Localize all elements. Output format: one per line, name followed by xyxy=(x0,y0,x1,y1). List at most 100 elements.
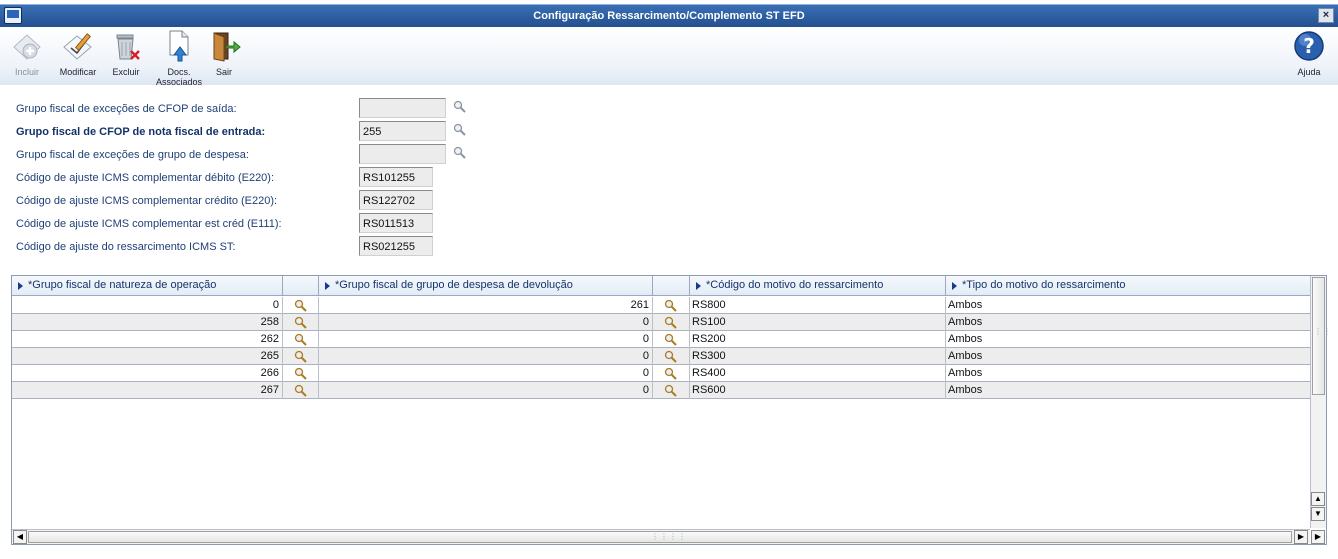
modificar-label: Modificar xyxy=(59,67,97,77)
codigo-cell[interactable]: RS200 xyxy=(690,331,946,348)
field-label: Código de ajuste do ressarcimento ICMS S… xyxy=(16,241,236,253)
search-icon[interactable] xyxy=(653,331,690,348)
vertical-scroll-thumb[interactable]: ⋮⋮ xyxy=(1312,277,1331,395)
docs-label-line1: Docs. xyxy=(167,67,191,77)
help-icon: ? xyxy=(1292,29,1326,63)
sair-button[interactable]: Sair xyxy=(208,29,241,77)
sair-label: Sair xyxy=(215,67,232,77)
column-header-natureza[interactable]: *Grupo fiscal de natureza de operação xyxy=(12,276,283,296)
horizontal-scroll-thumb[interactable]: ⋮⋮⋮⋮ xyxy=(28,531,1292,543)
column-header-label: *Grupo fiscal de natureza de operação xyxy=(28,279,217,291)
table-row[interactable]: 258 0 RS100 Ambos xyxy=(12,314,1310,331)
codigo-cell[interactable]: RS300 xyxy=(690,348,946,365)
excluir-button[interactable]: Excluir xyxy=(108,29,144,77)
field-row-e111: Código de ajuste ICMS complementar est c… xyxy=(0,213,1338,233)
search-icon[interactable] xyxy=(283,314,319,331)
field-label: Código de ajuste ICMS complementar crédi… xyxy=(16,195,278,207)
trash-icon xyxy=(109,29,143,63)
search-icon[interactable] xyxy=(283,331,319,348)
tipo-cell[interactable]: Ambos xyxy=(946,348,1310,365)
natureza-cell[interactable]: 0 xyxy=(12,297,283,314)
despesa-cell[interactable]: 261 xyxy=(319,297,653,314)
field-row-cfop-saida: Grupo fiscal de exceções de CFOP de saíd… xyxy=(0,98,1338,118)
codigo-cell[interactable]: RS800 xyxy=(690,297,946,314)
tipo-cell[interactable]: Ambos xyxy=(946,331,1310,348)
search-icon[interactable] xyxy=(283,348,319,365)
search-icon[interactable] xyxy=(653,297,690,314)
scroll-left-button[interactable]: ◀ xyxy=(13,530,27,544)
field-row-e220-credito: Código de ajuste ICMS complementar crédi… xyxy=(0,190,1338,210)
toolbar: Incluir Modificar Excluir Docs. Associad… xyxy=(0,27,1338,87)
search-icon[interactable] xyxy=(653,314,690,331)
column-header-codigo[interactable]: *Código do motivo do ressarcimento xyxy=(690,276,946,296)
field-label: Código de ajuste ICMS complementar débit… xyxy=(16,172,275,184)
despesa-cell[interactable]: 0 xyxy=(319,382,653,399)
despesa-cell[interactable]: 0 xyxy=(319,331,653,348)
column-header-label: *Tipo do motivo do ressarcimento xyxy=(962,279,1126,291)
column-header-tipo[interactable]: *Tipo do motivo do ressarcimento xyxy=(946,276,1310,296)
vertical-scrollbar[interactable]: ⋮⋮ ▲ ▼ xyxy=(1310,276,1331,528)
associated-docs-icon xyxy=(162,29,196,63)
e220-credito-input[interactable]: RS122702 xyxy=(359,190,433,210)
svg-text:?: ? xyxy=(1303,34,1315,58)
docs-associados-label: Docs. Associados xyxy=(153,67,205,87)
modificar-button[interactable]: Modificar xyxy=(54,29,102,77)
field-row-e220-debito: Código de ajuste ICMS complementar débit… xyxy=(0,167,1338,187)
tipo-cell[interactable]: Ambos xyxy=(946,314,1310,331)
search-icon[interactable] xyxy=(283,365,319,382)
natureza-cell[interactable]: 262 xyxy=(12,331,283,348)
add-document-icon xyxy=(10,29,44,63)
natureza-cell[interactable]: 266 xyxy=(12,365,283,382)
excluir-label: Excluir xyxy=(112,67,140,77)
table-row[interactable]: 266 0 RS400 Ambos xyxy=(12,365,1310,382)
search-icon[interactable] xyxy=(453,100,467,117)
codigo-cell[interactable]: RS600 xyxy=(690,382,946,399)
incluir-button[interactable]: Incluir xyxy=(7,29,47,77)
grupo-despesa-input[interactable] xyxy=(359,144,446,164)
scroll-up-button[interactable]: ▲ xyxy=(1311,492,1325,506)
scroll-right-button[interactable]: ▶ xyxy=(1311,530,1325,544)
scroll-down-button[interactable]: ▼ xyxy=(1311,507,1325,521)
docs-associados-button[interactable]: Docs. Associados xyxy=(153,29,205,87)
natureza-cell[interactable]: 258 xyxy=(12,314,283,331)
horizontal-scrollbar[interactable]: ◀ ⋮⋮⋮⋮ ▶ xyxy=(12,529,1310,544)
search-icon[interactable] xyxy=(653,382,690,399)
sort-arrow-icon xyxy=(325,282,330,290)
natureza-cell[interactable]: 265 xyxy=(12,348,283,365)
ressarcimento-input[interactable]: RS021255 xyxy=(359,236,433,256)
codigo-cell[interactable]: RS100 xyxy=(690,314,946,331)
despesa-cell[interactable]: 0 xyxy=(319,348,653,365)
despesa-cell[interactable]: 0 xyxy=(319,365,653,382)
tipo-cell[interactable]: Ambos xyxy=(946,365,1310,382)
codigo-cell[interactable]: RS400 xyxy=(690,365,946,382)
search-icon[interactable] xyxy=(653,365,690,382)
window-title: Configuração Ressarcimento/Complemento S… xyxy=(533,10,805,22)
table-row[interactable]: 267 0 RS600 Ambos xyxy=(12,382,1310,399)
tipo-cell[interactable]: Ambos xyxy=(946,382,1310,399)
despesa-cell[interactable]: 0 xyxy=(319,314,653,331)
search-icon[interactable] xyxy=(283,297,319,314)
cfop-saida-input[interactable] xyxy=(359,98,446,118)
table-row[interactable]: 0 261 RS800 Ambos xyxy=(12,297,1310,314)
column-header-label: *Código do motivo do ressarcimento xyxy=(706,279,884,291)
column-header-despesa[interactable]: *Grupo fiscal de grupo de despesa de dev… xyxy=(319,276,653,296)
column-header-label: *Grupo fiscal de grupo de despesa de dev… xyxy=(335,279,573,291)
e111-input[interactable]: RS011513 xyxy=(359,213,433,233)
field-label: Código de ajuste ICMS complementar est c… xyxy=(16,218,282,230)
close-button[interactable]: × xyxy=(1318,8,1334,23)
e220-debito-input[interactable]: RS101255 xyxy=(359,167,433,187)
field-row-cfop-entrada: Grupo fiscal de CFOP de nota fiscal de e… xyxy=(0,121,1338,141)
search-icon[interactable] xyxy=(653,348,690,365)
incluir-label: Incluir xyxy=(14,67,39,77)
ajuda-button[interactable]: ? Ajuda xyxy=(1292,29,1326,77)
search-icon[interactable] xyxy=(453,123,467,140)
natureza-cell[interactable]: 267 xyxy=(12,382,283,399)
search-icon[interactable] xyxy=(453,146,467,163)
scroll-right-inner-button[interactable]: ▶ xyxy=(1294,530,1308,544)
cfop-entrada-input[interactable]: 255 xyxy=(359,121,446,141)
table-row[interactable]: 262 0 RS200 Ambos xyxy=(12,331,1310,348)
search-icon[interactable] xyxy=(283,382,319,399)
field-row-ressarcimento: Código de ajuste do ressarcimento ICMS S… xyxy=(0,236,1338,256)
tipo-cell[interactable]: Ambos xyxy=(946,297,1310,314)
table-row[interactable]: 265 0 RS300 Ambos xyxy=(12,348,1310,365)
